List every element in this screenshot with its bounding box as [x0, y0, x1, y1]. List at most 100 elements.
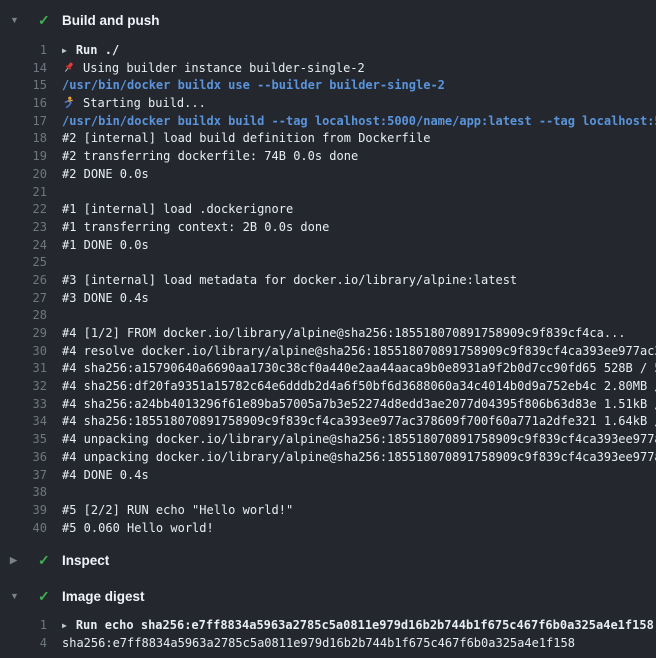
- line-number[interactable]: 19: [0, 148, 47, 166]
- log-text-content: #4 sha256:185518070891758909c9f839cf4ca3…: [62, 414, 656, 428]
- log-text: #2 transferring dockerfile: 74B 0.0s don…: [62, 148, 358, 166]
- chevron-down-icon[interactable]: ▼: [10, 15, 38, 25]
- line-number[interactable]: 30: [0, 343, 47, 361]
- log-line: 30 #4 resolve docker.io/library/alpine@sh…: [0, 343, 656, 361]
- log-text-content: #2 transferring dockerfile: 74B 0.0s don…: [62, 149, 358, 163]
- log-text: #4 unpacking docker.io/library/alpine@sh…: [62, 431, 656, 449]
- log-text: #2 DONE 0.0s: [62, 166, 149, 184]
- line-number[interactable]: 1: [0, 42, 47, 60]
- line-number[interactable]: 17: [0, 113, 47, 131]
- line-number[interactable]: 32: [0, 378, 47, 396]
- log-text: #1 DONE 0.0s: [62, 237, 149, 255]
- log-text-content: /usr/bin/docker buildx use --builder bui…: [62, 78, 445, 92]
- log-line: 21: [0, 184, 656, 202]
- log-text: /usr/bin/docker buildx use --builder bui…: [62, 77, 445, 95]
- log-text-content: #4 sha256:a24bb4013296f61e89ba57005a7b3e…: [62, 397, 656, 411]
- log-text: Using builder instance builder-single-2: [62, 60, 365, 78]
- line-number[interactable]: 14: [0, 60, 47, 78]
- log-text-content: #5 [2/2] RUN echo "Hello world!": [62, 503, 293, 517]
- log-line: 14 Using builder instance builder-single-…: [0, 60, 656, 78]
- play-icon[interactable]: ▶: [62, 42, 67, 60]
- line-number[interactable]: 36: [0, 449, 47, 467]
- line-number[interactable]: 22: [0, 201, 47, 219]
- command-group-line[interactable]: ▶ Run ./: [62, 42, 119, 60]
- log-text: /usr/bin/docker buildx build --tag local…: [62, 113, 656, 131]
- play-icon[interactable]: ▶: [62, 617, 67, 635]
- log-text: Starting build...: [62, 95, 206, 113]
- log-line: 35 #4 unpacking docker.io/library/alpine@…: [0, 431, 656, 449]
- line-number[interactable]: 28: [0, 307, 47, 325]
- log-text-content: #4 DONE 0.4s: [62, 468, 149, 482]
- log-line: 15/usr/bin/docker buildx use --builder b…: [0, 77, 656, 95]
- log-text: #1 transferring context: 2B 0.0s done: [62, 219, 329, 237]
- log-line: 1 ▶ Run ./: [0, 42, 656, 60]
- line-number[interactable]: 34: [0, 413, 47, 431]
- log-line: 28: [0, 307, 656, 325]
- line-number[interactable]: 21: [0, 184, 47, 202]
- log-line: 31#4 sha256:a15790640a6690aa1730c38cf0a4…: [0, 360, 656, 378]
- log-text-content: #4 unpacking docker.io/library/alpine@sh…: [62, 450, 656, 464]
- log-text-content: Starting build...: [83, 96, 206, 110]
- log-text-content: #3 DONE 0.4s: [62, 291, 149, 305]
- log-text-content: /usr/bin/docker buildx build --tag local…: [62, 114, 656, 128]
- line-number[interactable]: 18: [0, 130, 47, 148]
- line-number[interactable]: 15: [0, 77, 47, 95]
- line-number[interactable]: 39: [0, 502, 47, 520]
- line-number[interactable]: 20: [0, 166, 47, 184]
- line-number[interactable]: 27: [0, 290, 47, 308]
- log-line: 17/usr/bin/docker buildx build --tag loc…: [0, 113, 656, 131]
- log-line: 16 Starting build...: [0, 95, 656, 113]
- line-number[interactable]: 23: [0, 219, 47, 237]
- section-title: Build and push: [62, 13, 160, 28]
- log-text-content: Run ./: [76, 43, 119, 57]
- log-line: 26#3 [internal] load metadata for docker…: [0, 272, 656, 290]
- log-line: 34 #4 sha256:185518070891758909c9f839cf4c…: [0, 413, 656, 431]
- line-number[interactable]: 33: [0, 396, 47, 414]
- chevron-down-icon[interactable]: ▼: [10, 591, 38, 601]
- chevron-right-icon[interactable]: ▶: [10, 555, 38, 566]
- line-number[interactable]: 4: [0, 635, 47, 653]
- log-text-content: #2 [internal] load build definition from…: [62, 131, 430, 145]
- line-number[interactable]: 24: [0, 237, 47, 255]
- log-text-content: Run echo sha256:e7ff8834a5963a2785c5a081…: [76, 618, 654, 632]
- log-line: 19 #2 transferring dockerfile: 74B 0.0s d…: [0, 148, 656, 166]
- section-title: Image digest: [62, 589, 145, 604]
- log-line: 29 #4 [1/2] FROM docker.io/library/alpine…: [0, 325, 656, 343]
- line-number[interactable]: 25: [0, 254, 47, 272]
- line-number[interactable]: 40: [0, 520, 47, 538]
- line-number[interactable]: 29: [0, 325, 47, 343]
- log-line: 18 #2 [internal] load build definition fr…: [0, 130, 656, 148]
- line-number[interactable]: 26: [0, 272, 47, 290]
- workflow-log-viewer: ▼ ✓ Build and push 1▶Run ./14Using build…: [0, 0, 656, 658]
- log-text-content: #5 0.060 Hello world!: [62, 521, 214, 535]
- section-header-inspect[interactable]: ▶ ✓ Inspect: [0, 550, 656, 570]
- log-text: #5 0.060 Hello world!: [62, 520, 214, 538]
- log-line: 4 sha256:e7ff8834a5963a2785c5a0811e979d16…: [0, 635, 656, 653]
- line-number[interactable]: 35: [0, 431, 47, 449]
- log-line: 27 #3 DONE 0.4s: [0, 290, 656, 308]
- line-number[interactable]: 16: [0, 95, 47, 113]
- log-text: #1 [internal] load .dockerignore: [62, 201, 293, 219]
- log-line: 24 #1 DONE 0.0s: [0, 237, 656, 255]
- log-text: #4 resolve docker.io/library/alpine@sha2…: [62, 343, 656, 361]
- log-text-content: Using builder instance builder-single-2: [83, 61, 365, 75]
- log-text-content: #4 sha256:df20fa9351a15782c64e6dddb2d4a6…: [62, 379, 656, 393]
- section-title: Inspect: [62, 553, 109, 568]
- check-icon: ✓: [38, 588, 62, 605]
- section-header-image-digest[interactable]: ▼ ✓ Image digest: [0, 586, 656, 606]
- log-text-content: #4 [1/2] FROM docker.io/library/alpine@s…: [62, 326, 626, 340]
- log-text: #3 DONE 0.4s: [62, 290, 149, 308]
- log-line: 32 #4 sha256:df20fa9351a15782c64e6dddb2d4…: [0, 378, 656, 396]
- line-number[interactable]: 31: [0, 360, 47, 378]
- line-number[interactable]: 1: [0, 617, 47, 635]
- log-text: #2 [internal] load build definition from…: [62, 130, 430, 148]
- log-text: #5 [2/2] RUN echo "Hello world!": [62, 502, 293, 520]
- line-number[interactable]: 38: [0, 484, 47, 502]
- command-group-line[interactable]: ▶ Run echo sha256:e7ff8834a5963a2785c5a08…: [62, 617, 654, 635]
- log-text: #4 sha256:a24bb4013296f61e89ba57005a7b3e…: [62, 396, 656, 414]
- line-number[interactable]: 37: [0, 467, 47, 485]
- log-line: 39 #5 [2/2] RUN echo "Hello world!": [0, 502, 656, 520]
- log-text: sha256:e7ff8834a5963a2785c5a0811e979d16b…: [62, 635, 575, 653]
- section-header-build-and-push[interactable]: ▼ ✓ Build and push: [0, 10, 656, 30]
- log-text: #4 unpacking docker.io/library/alpine@sh…: [62, 449, 656, 467]
